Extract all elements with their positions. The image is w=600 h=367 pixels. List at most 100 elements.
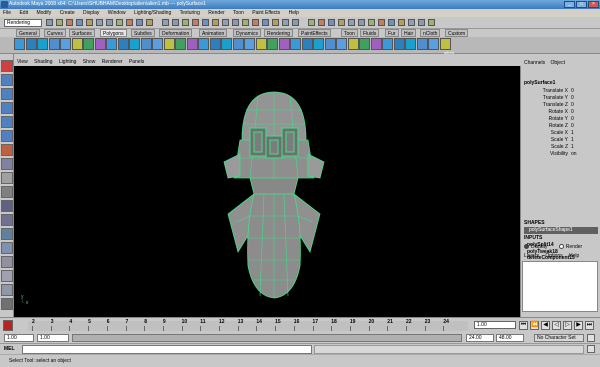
menu-paint-effects[interactable]: Paint Effects <box>252 10 280 16</box>
status-tool-icon[interactable] <box>318 19 325 26</box>
toolbox-tool-icon[interactable] <box>1 60 13 72</box>
animation-start-field[interactable]: 1.00 <box>4 334 34 342</box>
shelf-tool-icon[interactable] <box>60 38 71 50</box>
viewport-menu-show[interactable]: Show <box>83 59 96 65</box>
toolbox-tool-icon[interactable] <box>1 200 13 212</box>
shelf-tool-icon[interactable] <box>83 38 94 50</box>
go-to-end-icon[interactable]: ⏭ <box>585 321 594 330</box>
status-tool-icon[interactable] <box>106 19 113 26</box>
autokey-icon[interactable] <box>3 320 13 331</box>
shelf-tool-icon[interactable] <box>336 38 347 50</box>
status-tool-icon[interactable] <box>252 19 259 26</box>
shelf-tool-icon[interactable] <box>14 38 25 50</box>
shelf-tool-icon[interactable] <box>393 38 405 50</box>
tab-channels[interactable]: Channels <box>524 60 545 66</box>
attribute-value[interactable]: on <box>568 151 592 158</box>
toolbox-tool-icon[interactable] <box>1 102 13 114</box>
play-backward-icon[interactable]: ◁ <box>552 321 561 330</box>
status-tool-icon[interactable] <box>46 19 53 26</box>
shelf-tool-icon[interactable] <box>267 38 278 50</box>
toolbox-tool-icon[interactable] <box>1 256 13 268</box>
shelf-tab-painteffects[interactable]: PaintEffects <box>298 29 331 37</box>
shelf-tab-custom[interactable]: Custom <box>445 29 469 37</box>
attribute-value[interactable]: 0 <box>568 95 592 102</box>
status-tool-icon[interactable] <box>172 19 179 26</box>
shelf-tool-icon[interactable] <box>186 38 198 50</box>
status-tool-icon[interactable] <box>262 19 269 26</box>
layer-list[interactable] <box>522 261 598 312</box>
shelf-tool-icon[interactable] <box>117 38 129 50</box>
shelf-tool-icon[interactable] <box>290 38 301 50</box>
time-slider-track[interactable] <box>28 321 468 331</box>
toolbox-tool-icon[interactable] <box>1 186 13 198</box>
status-tool-icon[interactable] <box>126 19 133 26</box>
close-button[interactable]: × <box>588 1 599 8</box>
perspective-viewport[interactable]: y └ x <box>14 66 520 317</box>
step-back-key-icon[interactable]: ⏪ <box>530 321 539 330</box>
shelf-tool-icon[interactable] <box>106 38 117 50</box>
status-tool-icon[interactable] <box>116 19 123 26</box>
status-tool-icon[interactable] <box>136 19 143 26</box>
play-forward-icon[interactable]: ▷ <box>563 321 572 330</box>
attribute-row[interactable]: Translate X0 <box>524 88 598 95</box>
playback-start-field[interactable]: 1.00 <box>37 334 69 342</box>
toolbox-tool-icon[interactable] <box>1 116 13 128</box>
shelf-tool-icon[interactable] <box>370 38 382 50</box>
attribute-row[interactable]: Rotate Y0 <box>524 116 598 123</box>
shape-name[interactable]: polySurfaceShape1 <box>524 227 598 234</box>
shelf-tab-polygons[interactable]: Polygons <box>100 29 127 37</box>
range-slider[interactable] <box>72 334 462 342</box>
shelf-tab-subdivs[interactable]: Subdivs <box>131 29 155 37</box>
character-set-dropdown[interactable]: No Character Set <box>534 334 584 342</box>
status-tool-icon[interactable] <box>192 19 199 26</box>
status-tool-icon[interactable] <box>348 19 355 26</box>
toolbox-tool-icon[interactable] <box>1 158 13 170</box>
toolbox-tool-icon[interactable] <box>1 74 13 86</box>
shelf-tab-hair[interactable]: Hair <box>401 29 417 37</box>
status-tool-icon[interactable] <box>272 19 279 26</box>
toolbox-tool-icon[interactable] <box>1 88 13 100</box>
status-tool-icon[interactable] <box>428 19 435 26</box>
shelf-tab-rendering[interactable]: Rendering <box>264 29 294 37</box>
toolbox-tool-icon[interactable] <box>1 298 13 310</box>
attribute-row[interactable]: Rotate X0 <box>524 109 598 116</box>
status-tool-icon[interactable] <box>368 19 375 26</box>
status-tool-icon[interactable] <box>212 19 219 26</box>
menu-edit[interactable]: Edit <box>19 10 28 16</box>
status-tool-icon[interactable] <box>56 19 63 26</box>
shelf-tool-icon[interactable] <box>71 38 83 50</box>
status-tool-icon[interactable] <box>378 19 385 26</box>
status-tool-icon[interactable] <box>358 19 365 26</box>
menu-lighting-shading[interactable]: Lighting/Shading <box>134 10 171 16</box>
viewport-menu-renderer[interactable]: Renderer <box>102 59 123 65</box>
viewport-menu-lighting[interactable]: Lighting <box>59 59 77 65</box>
viewport-menu-shading[interactable]: Shading <box>34 59 52 65</box>
shelf-tool-icon[interactable] <box>301 38 313 50</box>
shelf-tool-icon[interactable] <box>209 38 221 50</box>
render-radio-icon[interactable] <box>558 244 564 250</box>
toolbox-tool-icon[interactable] <box>1 270 13 282</box>
shelf-tool-icon[interactable] <box>48 38 60 50</box>
shelf-tab-dynamics[interactable]: Dynamics <box>233 29 261 37</box>
attribute-value[interactable]: 0 <box>568 116 592 123</box>
attribute-row[interactable]: Translate Y0 <box>524 95 598 102</box>
tab-object[interactable]: Object <box>551 60 565 66</box>
status-tool-icon[interactable] <box>282 19 289 26</box>
attribute-row[interactable]: Scale X1 <box>524 130 598 137</box>
attribute-value[interactable]: 0 <box>568 109 592 116</box>
shelf-tool-icon[interactable] <box>163 38 175 50</box>
shelf-tool-icon[interactable] <box>221 38 232 50</box>
shelf-tool-icon[interactable] <box>25 38 37 50</box>
layer-menu-options[interactable]: Options <box>545 253 562 259</box>
menu-toon[interactable]: Toon <box>233 10 244 16</box>
script-editor-icon[interactable] <box>587 345 595 353</box>
toolbox-tool-icon[interactable] <box>1 284 13 296</box>
maximize-button[interactable]: □ <box>576 1 587 8</box>
menu-texturing[interactable]: Texturing <box>180 10 200 16</box>
menu-window[interactable]: Window <box>108 10 126 16</box>
menu-help[interactable]: Help <box>289 10 299 16</box>
menu-display[interactable]: Display <box>83 10 99 16</box>
layer-menu-layers[interactable]: Layers <box>524 253 539 259</box>
status-tool-icon[interactable] <box>182 19 189 26</box>
menu-modify[interactable]: Modify <box>36 10 51 16</box>
